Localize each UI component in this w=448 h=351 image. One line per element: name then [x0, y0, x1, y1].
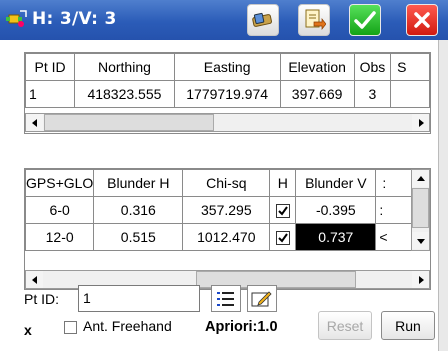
- ok-button[interactable]: [349, 4, 381, 36]
- cell-obs[interactable]: 3: [353, 80, 392, 108]
- checkmark-icon: [278, 233, 288, 243]
- scroll-right-arrow-icon[interactable]: [412, 114, 429, 131]
- scroll-left-arrow-icon[interactable]: [26, 114, 43, 131]
- list-icon: [217, 291, 234, 306]
- scroll-right-arrow-icon[interactable]: [412, 271, 429, 288]
- cell-extra[interactable]: <: [375, 223, 415, 251]
- cell-extra[interactable]: :: [375, 196, 415, 224]
- obs-vscrollbar[interactable]: [411, 169, 430, 251]
- point-table: Pt ID Northing Easting Elevation Obs S 1…: [25, 53, 430, 108]
- table-row[interactable]: 1 418323.555 1779719.974 397.669 3: [25, 80, 430, 108]
- table-row[interactable]: 12-0 0.515 1012.470 0.737 <: [25, 223, 415, 251]
- close-button[interactable]: [406, 4, 438, 36]
- col-header-blunder-v[interactable]: Blunder V: [295, 169, 377, 197]
- scroll-thumb[interactable]: [44, 114, 214, 131]
- cell-northing[interactable]: 418323.555: [74, 80, 175, 108]
- cell-pt-id[interactable]: 1: [25, 80, 76, 108]
- export-icon: [305, 9, 326, 30]
- right-edge-strip: [438, 40, 448, 351]
- edit-button[interactable]: [247, 285, 277, 312]
- eraser-icon: [252, 12, 272, 27]
- run-button[interactable]: Run: [381, 311, 435, 340]
- cell-blunder-v-selected[interactable]: 0.737: [295, 223, 377, 251]
- ant-freehand-label[interactable]: Ant. Freehand: [83, 318, 172, 334]
- x-label: x: [24, 322, 32, 338]
- cell-sat[interactable]: 12-0: [25, 223, 95, 251]
- window-title: H: 3/V: 3: [32, 9, 117, 29]
- col-header-h[interactable]: H: [269, 169, 297, 197]
- cell-sat[interactable]: 6-0: [25, 196, 95, 224]
- cell-blunder-h[interactable]: 0.316: [93, 196, 184, 224]
- cell-chi-sq[interactable]: 357.295: [182, 196, 271, 224]
- eraser-button[interactable]: [247, 4, 279, 36]
- col-header-pt-id[interactable]: Pt ID: [25, 53, 76, 81]
- checkmark-icon: [278, 206, 288, 216]
- cell-elevation[interactable]: 397.669: [279, 80, 355, 108]
- cell-blunder-h[interactable]: 0.515: [93, 223, 184, 251]
- obs-table: GPS+GLO Blunder H Chi-sq H Blunder V : 6…: [25, 169, 415, 251]
- cell-blunder-v[interactable]: -0.395: [295, 196, 377, 224]
- list-button[interactable]: [211, 285, 241, 312]
- cell-extra[interactable]: [390, 80, 430, 108]
- scroll-up-arrow-icon[interactable]: [412, 170, 429, 187]
- ant-freehand-checkbox[interactable]: [64, 321, 77, 334]
- export-button[interactable]: [298, 4, 330, 36]
- h-checkbox[interactable]: [275, 204, 290, 219]
- obs-grid: GPS+GLO Blunder H Chi-sq H Blunder V : 6…: [24, 168, 431, 290]
- scroll-left-arrow-icon[interactable]: [26, 271, 43, 288]
- close-x-icon: [414, 12, 430, 28]
- point-hscrollbar[interactable]: [25, 113, 430, 132]
- cell-easting[interactable]: 1779719.974: [173, 80, 281, 108]
- table-row[interactable]: 6-0 0.316 357.295 -0.395 :: [25, 196, 415, 224]
- h-checkbox[interactable]: [275, 231, 290, 246]
- col-header-chi-sq[interactable]: Chi-sq: [182, 169, 271, 197]
- col-header-northing[interactable]: Northing: [74, 53, 175, 81]
- cell-chi-sq[interactable]: 1012.470: [182, 223, 271, 251]
- col-header-blunder-h[interactable]: Blunder H: [93, 169, 184, 197]
- app-satellite-icon: [6, 10, 27, 27]
- col-header-easting[interactable]: Easting: [173, 53, 281, 81]
- pt-id-label: Pt ID:: [24, 291, 60, 307]
- point-grid: Pt ID Northing Easting Elevation Obs S 1…: [24, 52, 431, 134]
- ok-check-icon: [354, 11, 376, 29]
- scroll-thumb[interactable]: [412, 188, 429, 228]
- col-header-gps-glo[interactable]: GPS+GLO: [25, 169, 95, 197]
- col-header-elevation[interactable]: Elevation: [279, 53, 355, 81]
- reset-button[interactable]: Reset: [318, 311, 372, 340]
- apriori-label: Apriori:1.0: [205, 319, 278, 335]
- col-header-s[interactable]: S: [390, 53, 430, 81]
- cell-h-check[interactable]: [269, 196, 297, 224]
- title-bar: H: 3/V: 3: [0, 0, 448, 40]
- pt-id-input[interactable]: 1: [78, 285, 200, 312]
- col-header-obs[interactable]: Obs: [353, 53, 392, 81]
- scroll-down-arrow-icon[interactable]: [412, 232, 429, 249]
- cell-h-check[interactable]: [269, 223, 297, 251]
- col-header-extra[interactable]: :: [375, 169, 415, 197]
- edit-icon: [251, 290, 272, 306]
